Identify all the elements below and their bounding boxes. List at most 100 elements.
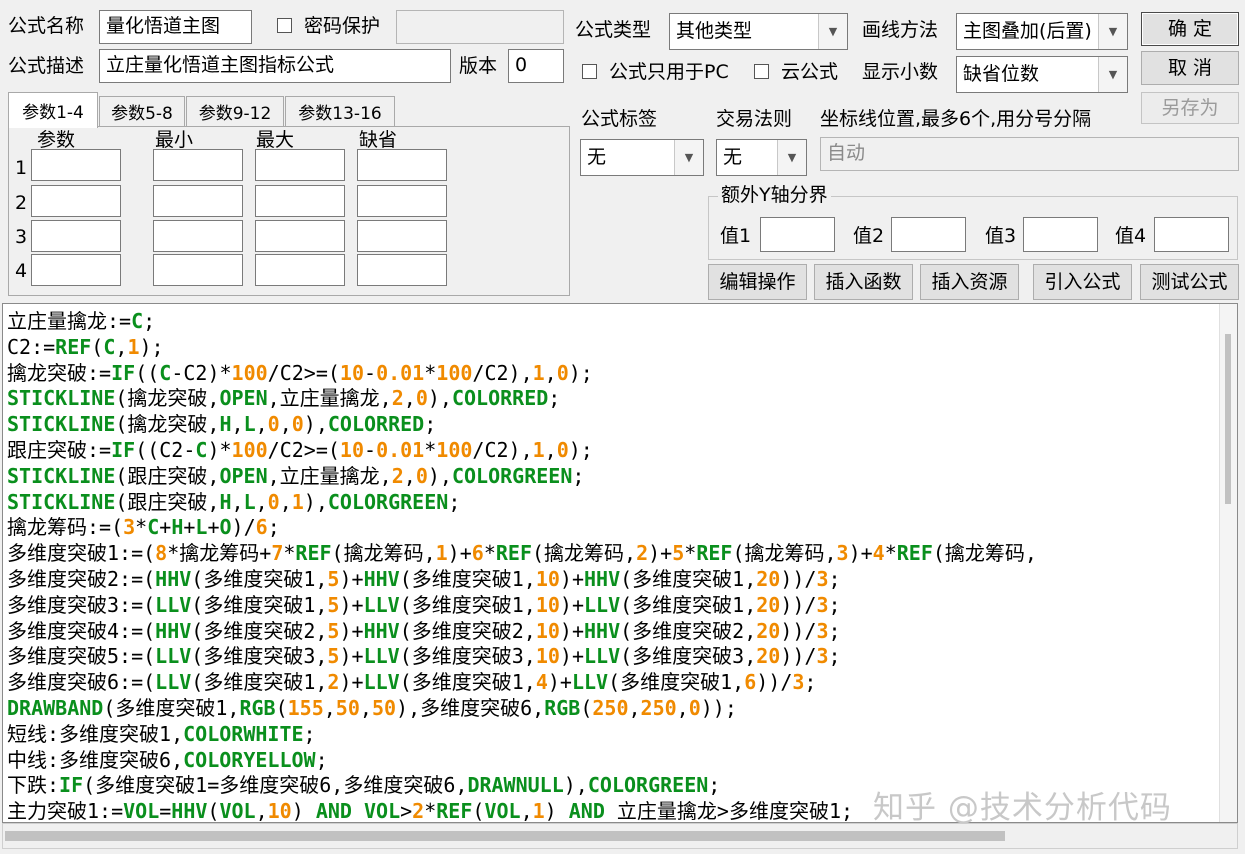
code-line[interactable]: DRAWBAND(多维度突破1,RGB(155,50,50),多维度突破6,RG…	[7, 696, 1221, 722]
edit-ops-button[interactable]: 编辑操作	[708, 264, 807, 300]
code-token: STICKLINE	[7, 463, 116, 488]
param-3-min[interactable]	[153, 220, 243, 252]
code-token: COLORRED	[327, 412, 425, 437]
code-token: )+	[339, 566, 364, 591]
insert-resource-button[interactable]: 插入资源	[920, 264, 1019, 300]
formula-desc-input[interactable]: 立庄量化悟道主图指标公式	[99, 49, 451, 83]
code-line[interactable]: 擒龙突破:=IF((C-C2)*100/C2>=(10-0.01*100/C2)…	[7, 361, 1221, 387]
code-token: ;	[448, 489, 461, 514]
chevron-down-icon[interactable]: ▼	[1098, 14, 1127, 49]
chevron-down-icon[interactable]: ▼	[818, 14, 847, 49]
y-value-1-input[interactable]	[760, 217, 835, 252]
param-1-default[interactable]	[357, 149, 447, 181]
code-line[interactable]: 立庄量擒龙:=C;	[7, 309, 1221, 335]
formula-name-input[interactable]: 量化悟道主图	[99, 10, 252, 44]
param-4-min[interactable]	[153, 254, 243, 286]
trade-rule-select[interactable]: 无 ▼	[716, 139, 807, 176]
code-line[interactable]: C2:=REF(C,1);	[7, 335, 1221, 361]
code-line[interactable]: 擒龙筹码:=(3*C+H+L+O)/6;	[7, 515, 1221, 541]
param-1-min[interactable]	[153, 149, 243, 181]
code-line[interactable]: 中线:多维度突破6,COLORYELLOW;	[7, 748, 1221, 774]
param-1-name[interactable]	[31, 149, 121, 181]
param-1-max[interactable]	[255, 149, 345, 181]
import-formula-button[interactable]: 引入公式	[1033, 264, 1132, 300]
code-token: ,	[255, 412, 268, 437]
param-3-name[interactable]	[31, 220, 121, 252]
password-checkbox[interactable]	[277, 18, 292, 33]
draw-method-select[interactable]: 主图叠加(后置) ▼	[956, 13, 1128, 50]
code-token: 1	[532, 360, 545, 385]
code-token: LLV	[363, 670, 400, 695]
pc-only-checkbox[interactable]	[582, 64, 597, 79]
code-token: ))/	[780, 618, 817, 643]
cancel-button[interactable]: 取 消	[1141, 51, 1239, 85]
axis-position-input[interactable]: 自动	[820, 137, 1239, 171]
version-input[interactable]: 0	[508, 49, 564, 83]
code-line[interactable]: 多维度突破4:=(HHV(多维度突破2,5)+HHV(多维度突破2,10)+HH…	[7, 619, 1221, 645]
code-line[interactable]: 跟庄突破:=IF((C2-C)*100/C2>=(10-0.01*100/C2)…	[7, 438, 1221, 464]
code-token: 多维度突破5:=(	[7, 644, 156, 669]
param-4-name[interactable]	[31, 254, 121, 286]
code-line[interactable]: 多维度突破1:=(8*擒龙筹码+7*REF(擒龙筹码,1)+6*REF(擒龙筹码…	[7, 541, 1221, 567]
code-content[interactable]: 立庄量擒龙:=C; C2:=REF(C,1); 擒龙突破:=IF((C-C2)*10…	[7, 309, 1221, 823]
code-token: 5	[327, 566, 340, 591]
password-input[interactable]	[396, 10, 564, 44]
tab-params-9-12[interactable]: 参数9-12	[186, 96, 284, 126]
save-as-button[interactable]: 另存为	[1141, 92, 1239, 124]
param-2-min[interactable]	[153, 185, 243, 217]
password-label: 密码保护	[304, 15, 381, 37]
code-token: HHV	[155, 566, 192, 591]
scrollbar-thumb[interactable]	[1225, 334, 1231, 504]
y-value-4-label: 值4	[1115, 225, 1147, 247]
code-token: HHV	[584, 566, 621, 591]
code-token: (多维度突破2,	[399, 618, 536, 643]
tab-params-1-4[interactable]: 参数1-4	[8, 92, 98, 128]
param-2-default[interactable]	[357, 185, 447, 217]
axis-position-label: 坐标线位置,最多6个,用分号分隔	[820, 108, 1092, 130]
param-3-default[interactable]	[357, 220, 447, 252]
scrollbar-thumb[interactable]	[5, 831, 1005, 841]
param-4-default[interactable]	[357, 254, 447, 286]
ok-button[interactable]: 确 定	[1141, 12, 1239, 46]
tab-params-13-16[interactable]: 参数13-16	[285, 96, 395, 126]
code-token: HHV	[584, 618, 621, 643]
y-value-2-input[interactable]	[891, 217, 966, 252]
formula-tag-select[interactable]: 无 ▼	[580, 139, 704, 176]
param-2-max[interactable]	[255, 185, 345, 217]
chevron-down-icon[interactable]: ▼	[1098, 57, 1127, 92]
y-value-3-input[interactable]	[1023, 217, 1098, 252]
param-4-max[interactable]	[255, 254, 345, 286]
test-formula-button[interactable]: 测试公式	[1140, 264, 1239, 300]
code-line[interactable]: 短线:多维度突破1,COLORWHITE;	[7, 722, 1221, 748]
code-line[interactable]: 多维度突破3:=(LLV(多维度突破1,5)+LLV(多维度突破1,10)+LL…	[7, 593, 1221, 619]
code-line[interactable]: STICKLINE(擒龙突破,H,L,0,0),COLORRED;	[7, 412, 1221, 438]
tab-params-5-8[interactable]: 参数5-8	[99, 96, 185, 126]
y-value-4-input[interactable]	[1154, 217, 1229, 252]
y-value-2-label: 值2	[853, 225, 885, 247]
code-token: *	[424, 799, 437, 823]
code-token: 6	[744, 670, 757, 695]
code-line[interactable]: 多维度突破5:=(LLV(多维度突破3,5)+LLV(多维度突破3,10)+LL…	[7, 644, 1221, 670]
cloud-checkbox[interactable]	[754, 64, 769, 79]
code-line[interactable]: STICKLINE(跟庄突破,H,L,0,1),COLORGREEN;	[7, 490, 1221, 516]
code-line[interactable]: STICKLINE(擒龙突破,OPEN,立庄量擒龙,2,0),COLORRED;	[7, 386, 1221, 412]
param-3-max[interactable]	[255, 220, 345, 252]
code-token: (多维度突破1,	[620, 592, 757, 617]
chevron-down-icon[interactable]: ▼	[674, 140, 703, 175]
formula-type-select[interactable]: 其他类型 ▼	[669, 13, 848, 50]
code-token: 0	[556, 437, 569, 462]
decimal-label: 显示小数	[862, 61, 939, 83]
vertical-scrollbar[interactable]	[1219, 304, 1237, 822]
code-token: +	[183, 515, 196, 540]
insert-function-button[interactable]: 插入函数	[814, 264, 913, 300]
param-2-name[interactable]	[31, 185, 121, 217]
code-line[interactable]: 多维度突破2:=(HHV(多维度突破1,5)+HHV(多维度突破1,10)+HH…	[7, 567, 1221, 593]
decimal-select[interactable]: 缺省位数 ▼	[956, 56, 1128, 93]
formula-desc-label: 公式描述	[8, 55, 85, 77]
chevron-down-icon[interactable]: ▼	[777, 140, 806, 175]
param-row-label: 3	[15, 226, 28, 248]
code-line[interactable]: 多维度突破6:=(LLV(多维度突破1,2)+LLV(多维度突破1,4)+LLV…	[7, 670, 1221, 696]
code-line[interactable]: STICKLINE(跟庄突破,OPEN,立庄量擒龙,2,0),COLORGREE…	[7, 464, 1221, 490]
formula-tag-value: 无	[587, 146, 607, 168]
formula-code-editor[interactable]: 立庄量擒龙:=C; C2:=REF(C,1); 擒龙突破:=IF((C-C2)*10…	[2, 303, 1238, 823]
